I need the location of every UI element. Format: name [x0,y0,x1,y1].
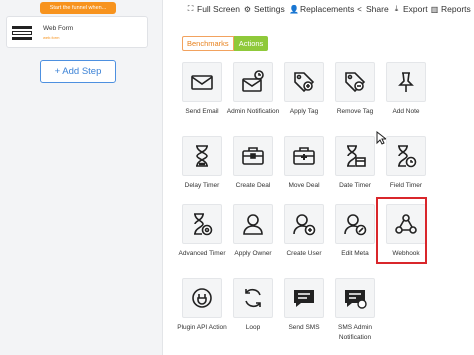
user-silhouette-icon [243,214,263,235]
action-send-email[interactable]: Send Email [180,62,232,134]
plug-icon [192,288,212,308]
export-button[interactable]: ⤓ Export [392,4,428,14]
share-icon: < [357,4,362,14]
action-admin-notification[interactable]: Admin Notification [227,62,283,134]
bar-chart-icon: ▥ [430,4,439,14]
alarm-envelope-icon [242,70,264,92]
chat-bubble-alert-icon [345,290,367,309]
download-icon: ⤓ [394,4,399,13]
step-title: Web Form [43,25,74,32]
palette-tabs: Benchmarks Actions [182,36,269,51]
share-button[interactable]: < Share [355,4,389,14]
selected-action-highlight [376,197,427,264]
top-toolbar: ⛶ Full Screen ⚙ Settings 👤 Replacements < Sh… [162,0,474,20]
chat-bubble-icon [294,290,314,307]
pin-icon [398,72,414,92]
hourglass-icon [196,145,208,167]
hourglass-clock-icon [398,145,417,168]
gear-icon: ⚙ [243,4,252,14]
action-move-deal[interactable]: Move Deal [282,136,334,208]
fullscreen-icon: ⛶ [187,4,194,13]
action-apply-tag[interactable]: Apply Tag [282,62,334,134]
tag-minus-icon [345,72,366,93]
web-form-step-card[interactable]: Web Form web.form [6,16,148,48]
action-remove-tag[interactable]: Remove Tag [333,62,385,134]
tab-benchmarks[interactable]: Benchmarks [182,36,234,51]
action-create-user[interactable]: Create User [282,204,334,276]
funnel-steps-panel: Start the funnel when... Web Form web.fo… [0,0,162,355]
mouse-cursor-icon [376,131,386,145]
hourglass-gear-icon [194,213,213,236]
action-advanced-timer[interactable]: Advanced Timer [179,204,232,276]
hourglass-calendar-icon [347,145,366,167]
settings-button[interactable]: ⚙ Settings [243,4,285,14]
action-apply-owner[interactable]: Apply Owner [231,204,283,276]
briefcase-plus-icon [293,147,315,165]
tab-actions[interactable]: Actions [233,36,269,51]
action-add-note[interactable]: Add Note [384,62,436,134]
action-loop[interactable]: Loop [231,278,283,350]
tag-plus-icon [294,72,315,93]
action-plugin-api-action[interactable]: Plugin API Action [177,278,232,350]
user-icon: 👤 [289,4,299,14]
loop-icon [245,288,261,308]
briefcase-icon [242,147,264,165]
replacements-button[interactable]: 👤 Replacements [289,4,354,14]
user-plus-icon [293,214,316,236]
action-sms-admin-notification[interactable]: SMS Admin Notification [333,278,385,350]
action-delay-timer[interactable]: Delay Timer [180,136,232,208]
add-step-button[interactable]: + Add Step [40,60,116,83]
funnel-trigger-pill: Start the funnel when... [40,2,116,14]
step-subtitle: web.form [43,35,60,40]
action-create-deal[interactable]: Create Deal [231,136,283,208]
envelope-icon [191,75,213,90]
fullscreen-button[interactable]: ⛶ Full Screen [186,4,240,14]
form-icon [12,26,32,40]
reports-button[interactable]: ▥ Reports [430,4,471,14]
user-edit-icon [344,214,367,236]
